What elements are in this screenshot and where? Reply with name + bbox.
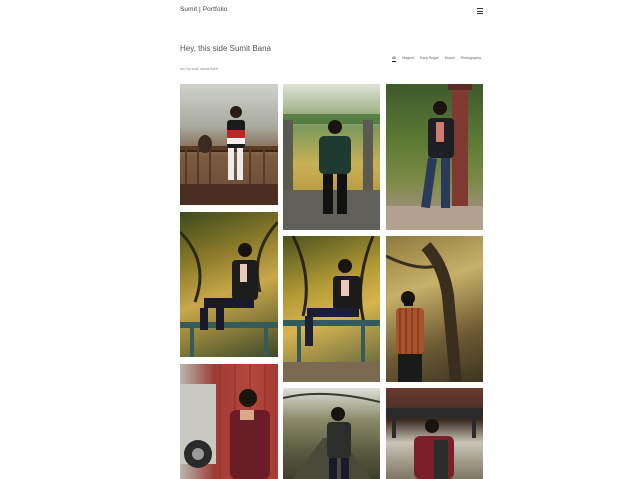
gallery-photo-4[interactable] [283,84,380,230]
hamburger-icon[interactable] [477,8,483,14]
page-headline: Hey, this side Sumit Bana [180,44,272,53]
gallery-photo-6[interactable] [283,388,380,479]
gallery-photo-2[interactable] [180,212,278,357]
gallery-photo-7[interactable] [386,84,483,230]
filter-all[interactable]: All [392,56,397,62]
filter-photography[interactable]: Photography [461,56,481,62]
photo-1-illustration [180,106,278,205]
photo-4-illustration [283,114,380,230]
filter-magent[interactable]: Magent [402,56,414,62]
gallery-photo-9[interactable] [386,388,483,479]
photo-5-illustration [283,236,380,382]
gallery-photo-5[interactable] [283,236,380,382]
photo-7-illustration [386,84,483,230]
page-subtext: run my work speak itself [180,67,218,71]
brand-title[interactable]: Sumit | Portfolio [180,6,227,13]
photo-8-illustration [386,241,462,382]
photo-2-illustration [180,220,278,357]
filter-mount[interactable]: Mount [445,56,455,62]
photo-3-illustration [180,364,270,479]
gallery-photo-8[interactable] [386,236,483,382]
photo-9-illustration [386,408,483,479]
photo-6-illustration [283,392,380,479]
gallery-photo-1[interactable] [180,84,278,205]
filter-tabs: All Magent Early Bright Mount Photograph… [392,56,481,62]
filter-early-bright[interactable]: Early Bright [420,56,439,62]
gallery-photo-3[interactable] [180,364,278,479]
